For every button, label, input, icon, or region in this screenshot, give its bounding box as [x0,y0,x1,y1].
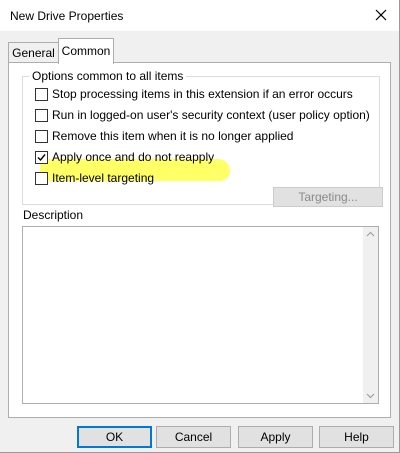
tab-common[interactable]: Common [58,38,114,64]
window-title: New Drive Properties [10,9,124,23]
checkmark-icon [37,153,46,161]
scroll-up-icon[interactable] [366,231,375,237]
options-groupbox: Options common to all items Stop process… [22,69,383,207]
option-item-level-targeting[interactable]: Item-level targeting [35,169,154,187]
close-icon [375,9,387,21]
run-logged-on-checkbox[interactable] [35,108,48,122]
item-level-targeting-checkbox[interactable] [35,171,48,185]
apply-once-checkbox[interactable] [35,150,48,164]
targeting-button[interactable]: Targeting... [273,187,383,207]
tab-panel-common: Options common to all items Stop process… [8,62,391,418]
cancel-button[interactable]: Cancel [156,426,231,448]
option-label: Item-level targeting [52,171,155,185]
options-group-legend: Options common to all items [29,69,187,83]
close-button[interactable] [367,3,395,27]
option-label: Run in logged-on user's security context… [52,108,370,122]
remove-item-checkbox[interactable] [35,129,48,143]
option-label: Remove this item when it is no longer ap… [52,129,294,143]
option-label: Apply once and do not reapply [52,150,215,164]
description-scrollbar[interactable] [363,227,378,403]
option-run-logged-on[interactable]: Run in logged-on user's security context… [35,106,370,124]
ok-button[interactable]: OK [77,426,152,448]
option-stop-processing[interactable]: Stop processing items in this extension … [35,85,353,103]
dialog-window: New Drive Properties General Common Opti… [0,0,400,453]
apply-button[interactable]: Apply [238,426,313,448]
help-button[interactable]: Help [319,426,394,448]
stop-processing-checkbox[interactable] [35,87,48,101]
description-label: Description [23,208,84,222]
option-remove-item[interactable]: Remove this item when it is no longer ap… [35,127,293,145]
scroll-down-icon[interactable] [366,393,375,399]
description-textarea[interactable] [22,226,379,404]
title-bar: New Drive Properties [0,0,399,31]
option-apply-once[interactable]: Apply once and do not reapply [35,148,214,166]
option-label: Stop processing items in this extension … [52,87,353,101]
tab-general[interactable]: General [8,42,59,63]
